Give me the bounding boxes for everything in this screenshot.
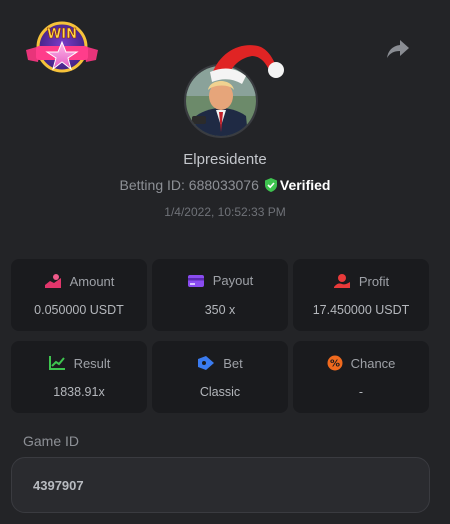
bet-icon bbox=[197, 355, 215, 374]
bet-timestamp: 1/4/2022, 10:52:33 PM bbox=[164, 205, 286, 219]
stat-label: Bet bbox=[223, 356, 243, 371]
stat-card-payout: Payout 350 x bbox=[152, 259, 288, 331]
stat-card-profit: Profit 17.450000 USDT bbox=[293, 259, 429, 331]
verified-label: Verified bbox=[279, 177, 331, 193]
game-id-field[interactable]: 4397907 bbox=[11, 457, 430, 513]
stat-label: Profit bbox=[358, 274, 390, 289]
game-id-value: 4397907 bbox=[33, 478, 84, 493]
stat-label: Chance bbox=[350, 356, 396, 371]
stat-card-amount: Amount 0.050000 USDT bbox=[11, 259, 147, 331]
amount-icon bbox=[44, 273, 62, 292]
stat-label: Amount bbox=[69, 274, 115, 289]
betting-id-value: 688033076 bbox=[188, 177, 259, 193]
payout-icon bbox=[187, 274, 205, 291]
stat-label: Result bbox=[73, 356, 111, 371]
stat-value: 350 x bbox=[204, 303, 236, 317]
santa-hat-icon bbox=[206, 38, 286, 88]
svg-text:%: % bbox=[330, 359, 340, 370]
chance-icon: % bbox=[327, 355, 343, 374]
result-icon bbox=[48, 355, 66, 374]
stat-card-chance: % Chance - bbox=[293, 341, 429, 413]
stat-value: 0.050000 USDT bbox=[34, 303, 124, 317]
stat-value: Classic bbox=[199, 385, 241, 399]
stat-value: - bbox=[358, 385, 364, 399]
stat-card-bet: Bet Classic bbox=[152, 341, 288, 413]
verified-shield-icon bbox=[264, 178, 277, 192]
share-icon[interactable] bbox=[386, 38, 410, 60]
stat-value: 1838.91x bbox=[53, 385, 105, 399]
stat-value: 17.450000 USDT bbox=[312, 303, 410, 317]
win-badge-logo: WIN bbox=[24, 16, 100, 78]
profit-icon bbox=[333, 273, 351, 292]
betting-id-line: Betting ID: 688033076 Verified bbox=[0, 177, 450, 193]
stat-card-result: Result 1838.91x bbox=[11, 341, 147, 413]
betting-id-label: Betting ID: bbox=[119, 177, 185, 193]
svg-text:WIN: WIN bbox=[47, 27, 77, 42]
stat-label: Payout bbox=[212, 273, 254, 288]
game-id-label: Game ID bbox=[23, 433, 80, 449]
username: Elpresidente bbox=[183, 151, 267, 168]
user-avatar bbox=[183, 38, 286, 138]
